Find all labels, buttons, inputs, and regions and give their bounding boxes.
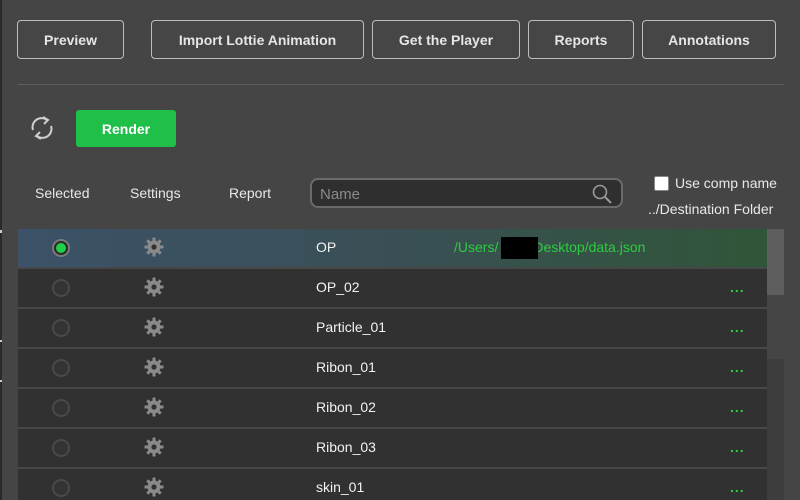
gear-icon[interactable] (144, 317, 164, 337)
comp-name: OP_02 (316, 279, 360, 295)
use-comp-name-label: Use comp name (675, 175, 777, 191)
select-radio[interactable] (52, 319, 70, 337)
select-radio[interactable] (52, 439, 70, 457)
comp-name: Particle_01 (316, 319, 387, 335)
table-row[interactable]: Ribon_01 ... (18, 349, 767, 389)
edge-tick (0, 340, 2, 342)
use-comp-name-option[interactable]: Use comp name (654, 175, 777, 191)
table-row[interactable]: Ribon_03 ... (18, 429, 767, 469)
comp-name: Ribon_02 (316, 399, 376, 415)
annotations-button[interactable]: Annotations (642, 20, 776, 59)
table-row[interactable]: OP /Users/Desktop/data.json (18, 229, 767, 269)
more-options-icon[interactable]: ... (730, 279, 745, 295)
more-options-icon[interactable]: ... (730, 319, 745, 335)
comp-name: skin_01 (316, 479, 365, 495)
scrollbar-thumb[interactable] (767, 229, 784, 295)
table-row[interactable]: OP_02 ... (18, 269, 767, 309)
select-radio[interactable] (52, 399, 70, 417)
column-settings: Settings (130, 185, 181, 201)
column-selected: Selected (35, 185, 90, 201)
redacted-block (501, 237, 538, 259)
more-options-icon[interactable]: ... (730, 479, 745, 495)
edge-tick (0, 230, 2, 233)
toolbar-divider (18, 84, 784, 85)
search-icon[interactable] (591, 183, 613, 205)
gear-icon[interactable] (144, 437, 164, 457)
comp-name: Ribon_03 (316, 439, 376, 455)
select-radio[interactable] (52, 479, 70, 497)
more-options-icon[interactable]: ... (730, 359, 745, 375)
select-radio[interactable] (52, 239, 70, 257)
reports-button[interactable]: Reports (528, 20, 634, 59)
output-path-end: Desktop/data.json (533, 239, 646, 255)
output-path-start: /Users/ (454, 239, 499, 255)
scrollbar-segment[interactable] (767, 295, 784, 359)
gear-icon[interactable] (144, 277, 164, 297)
import-lottie-button[interactable]: Import Lottie Animation (151, 20, 364, 59)
comp-name: Ribon_01 (316, 359, 376, 375)
column-report: Report (229, 185, 272, 201)
search-input[interactable] (318, 184, 592, 204)
gear-icon[interactable] (144, 237, 164, 257)
comp-list: OP /Users/Desktop/data.json OP_02 ... Pa… (18, 229, 767, 500)
destination-folder-link[interactable]: ../Destination Folder (648, 201, 773, 217)
gear-icon[interactable] (144, 477, 164, 497)
search-box[interactable] (310, 178, 623, 208)
more-options-icon[interactable]: ... (730, 439, 745, 455)
window-left-edge (0, 0, 2, 500)
gear-icon[interactable] (144, 397, 164, 417)
select-radio[interactable] (52, 279, 70, 297)
table-row[interactable]: Particle_01 ... (18, 309, 767, 349)
gear-icon[interactable] (144, 357, 164, 377)
get-player-button[interactable]: Get the Player (372, 20, 520, 59)
comp-name: OP (316, 239, 337, 255)
table-row[interactable]: skin_01 ... (18, 469, 767, 500)
render-button[interactable]: Render (76, 110, 176, 147)
refresh-icon[interactable] (27, 113, 57, 143)
use-comp-name-checkbox[interactable] (654, 175, 669, 191)
preview-button[interactable]: Preview (17, 20, 124, 59)
output-path[interactable]: /Users/Desktop/data.json (454, 239, 645, 255)
table-row[interactable]: Ribon_02 ... (18, 389, 767, 429)
select-radio[interactable] (52, 359, 70, 377)
edge-tick (0, 380, 2, 382)
more-options-icon[interactable]: ... (730, 399, 745, 415)
